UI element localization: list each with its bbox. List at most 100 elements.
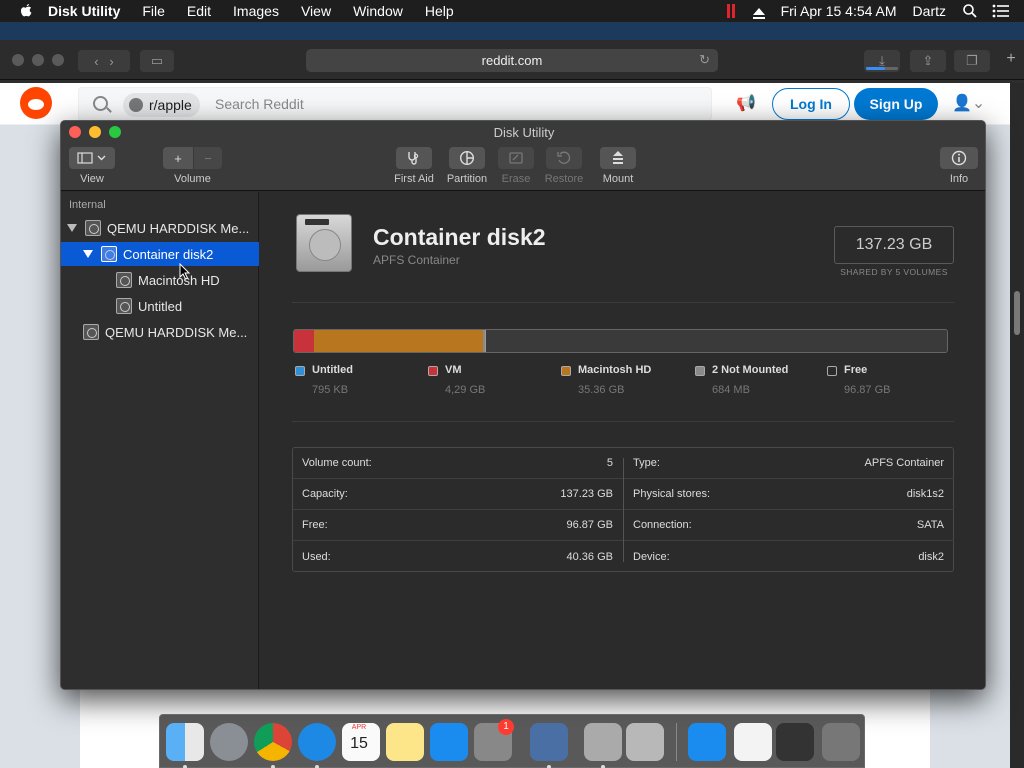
add-volume-button[interactable]: + [163, 147, 193, 169]
info-key: Physical stores: [633, 488, 711, 500]
page-scrollbar[interactable] [1010, 83, 1024, 768]
menu-window[interactable]: Window [353, 3, 403, 19]
divider [292, 421, 954, 422]
erase-icon [509, 152, 523, 164]
usage-segment [294, 330, 315, 352]
info-row: Connection: SATA [624, 510, 954, 541]
app-store-icon[interactable] [430, 723, 468, 761]
menu-view[interactable]: View [301, 3, 331, 19]
info-value: APFS Container [864, 457, 944, 469]
share-icon[interactable]: ⇪ [910, 50, 946, 72]
erase-button[interactable] [498, 147, 534, 169]
screen-icon[interactable] [776, 723, 814, 761]
app-store-icon[interactable] [688, 723, 726, 761]
tabs-overview-icon[interactable]: ❐ [954, 50, 990, 72]
safari-icon[interactable] [298, 723, 336, 761]
usage-segment [485, 330, 947, 352]
user-name[interactable]: Dartz [913, 3, 946, 19]
trash-icon[interactable] [822, 723, 860, 761]
sidebar: Internal QEMU HARDDISK Me... Container d… [61, 192, 259, 689]
info-icon [951, 150, 967, 166]
partition-label: Partition [446, 173, 488, 185]
notes-icon[interactable] [386, 723, 424, 761]
sidebar-view-icon [77, 152, 106, 164]
finder-icon[interactable] [166, 723, 204, 761]
legend-name: Free [844, 364, 868, 376]
volume-subtitle: APFS Container [373, 253, 460, 267]
info-value: disk2 [918, 550, 944, 563]
spotlight-search-icon[interactable] [962, 3, 978, 19]
sidebar-item-container-disk2[interactable]: Container disk2 [61, 242, 259, 266]
apple-menu-icon[interactable] [18, 3, 34, 19]
user-menu-icon[interactable]: 👤⌄ [952, 93, 985, 113]
disk-first-aid-icon[interactable] [626, 723, 664, 761]
view-button[interactable] [69, 147, 115, 169]
sidebar-item-qemu-disk-2[interactable]: QEMU HARDDISK Me... [61, 320, 259, 344]
disk-utility-icon[interactable] [584, 723, 622, 761]
chrome-icon[interactable] [254, 723, 292, 761]
signup-button[interactable]: Sign Up [854, 88, 938, 120]
first-aid-label: First Aid [394, 173, 434, 185]
info-label: Info [949, 173, 969, 185]
subreddit-chip[interactable]: r/apple [123, 93, 200, 117]
sidebar-toggle-icon[interactable]: ▭ [140, 50, 174, 72]
info-key: Free: [302, 519, 328, 531]
launchpad-icon[interactable] [210, 723, 248, 761]
sidebar-item-qemu-disk-1[interactable]: QEMU HARDDISK Me... [61, 216, 259, 240]
control-center-icon[interactable] [992, 4, 1010, 18]
safari-minimize-button[interactable] [32, 54, 44, 66]
disk-utility-window: Disk Utility View + − Volume First Aid P… [60, 120, 986, 690]
info-row: Capacity: 137.23 GB [293, 479, 623, 510]
info-value: disk1s2 [906, 488, 944, 500]
info-button[interactable] [940, 147, 978, 169]
info-row: Physical stores: disk1s2 [624, 479, 954, 510]
menu-images[interactable]: Images [233, 3, 279, 19]
back-forward-buttons[interactable]: ‹ › [78, 50, 130, 72]
info-column-left: Volume count: 5 Capacity: 137.23 GB Free: 96.… [293, 448, 623, 573]
volume-label: Volume [174, 173, 211, 185]
menu-file[interactable]: File [142, 3, 165, 19]
partition-button[interactable] [449, 147, 485, 169]
sidebar-item-label: QEMU HARDDISK Me... [105, 324, 248, 340]
mount-button[interactable] [600, 147, 636, 169]
reddit-search-bar[interactable]: r/apple Search Reddit [78, 87, 712, 121]
new-tab-icon[interactable]: + [999, 50, 1023, 72]
menu-edit[interactable]: Edit [187, 3, 211, 19]
document-icon[interactable] [734, 723, 772, 761]
hard-disk-large-icon [296, 214, 352, 272]
info-row: Volume count: 5 [293, 448, 623, 479]
disk-utility-toolbar: Disk Utility View + − Volume First Aid P… [61, 121, 985, 191]
calendar-icon[interactable]: APR 15 [342, 723, 380, 761]
calendar-day: 15 [350, 735, 368, 752]
parallels-icon[interactable] [726, 4, 737, 18]
clock[interactable]: Fri Apr 15 4:54 AM [781, 3, 897, 19]
legend-swatch [827, 366, 837, 376]
legend-size: 96.87 GB [844, 384, 891, 396]
address-bar[interactable]: reddit.com ↻ [306, 49, 718, 72]
reload-icon[interactable]: ↻ [699, 52, 710, 68]
info-row: Free: 96.87 GB [293, 510, 623, 541]
disclosure-triangle-icon[interactable] [83, 250, 93, 258]
scrollbar-thumb[interactable] [1014, 291, 1020, 335]
safari-close-button[interactable] [12, 54, 24, 66]
container-icon [101, 246, 117, 262]
first-aid-button[interactable] [396, 147, 432, 169]
remove-volume-button[interactable]: − [194, 147, 222, 169]
safari-zoom-button[interactable] [52, 54, 64, 66]
hard-disk-icon [85, 220, 101, 236]
advertise-icon[interactable]: 📢 [736, 93, 756, 113]
sidebar-item-macintosh-hd[interactable]: Macintosh HD [61, 268, 259, 292]
disclosure-triangle-icon[interactable] [67, 224, 77, 232]
info-key: Capacity: [302, 488, 348, 500]
app-menu[interactable]: Disk Utility [48, 3, 120, 19]
restore-button[interactable] [546, 147, 582, 169]
sidebar-item-untitled[interactable]: Untitled [61, 294, 259, 318]
legend-size: 35.36 GB [578, 384, 625, 396]
info-key: Volume count: [302, 457, 372, 469]
menu-help[interactable]: Help [425, 3, 454, 19]
info-value: 96.87 GB [566, 519, 613, 531]
login-button[interactable]: Log In [772, 88, 850, 120]
eject-icon[interactable] [752, 7, 765, 19]
reddit-logo-icon[interactable] [20, 87, 52, 119]
parallels-desktop-icon[interactable] [530, 723, 568, 761]
